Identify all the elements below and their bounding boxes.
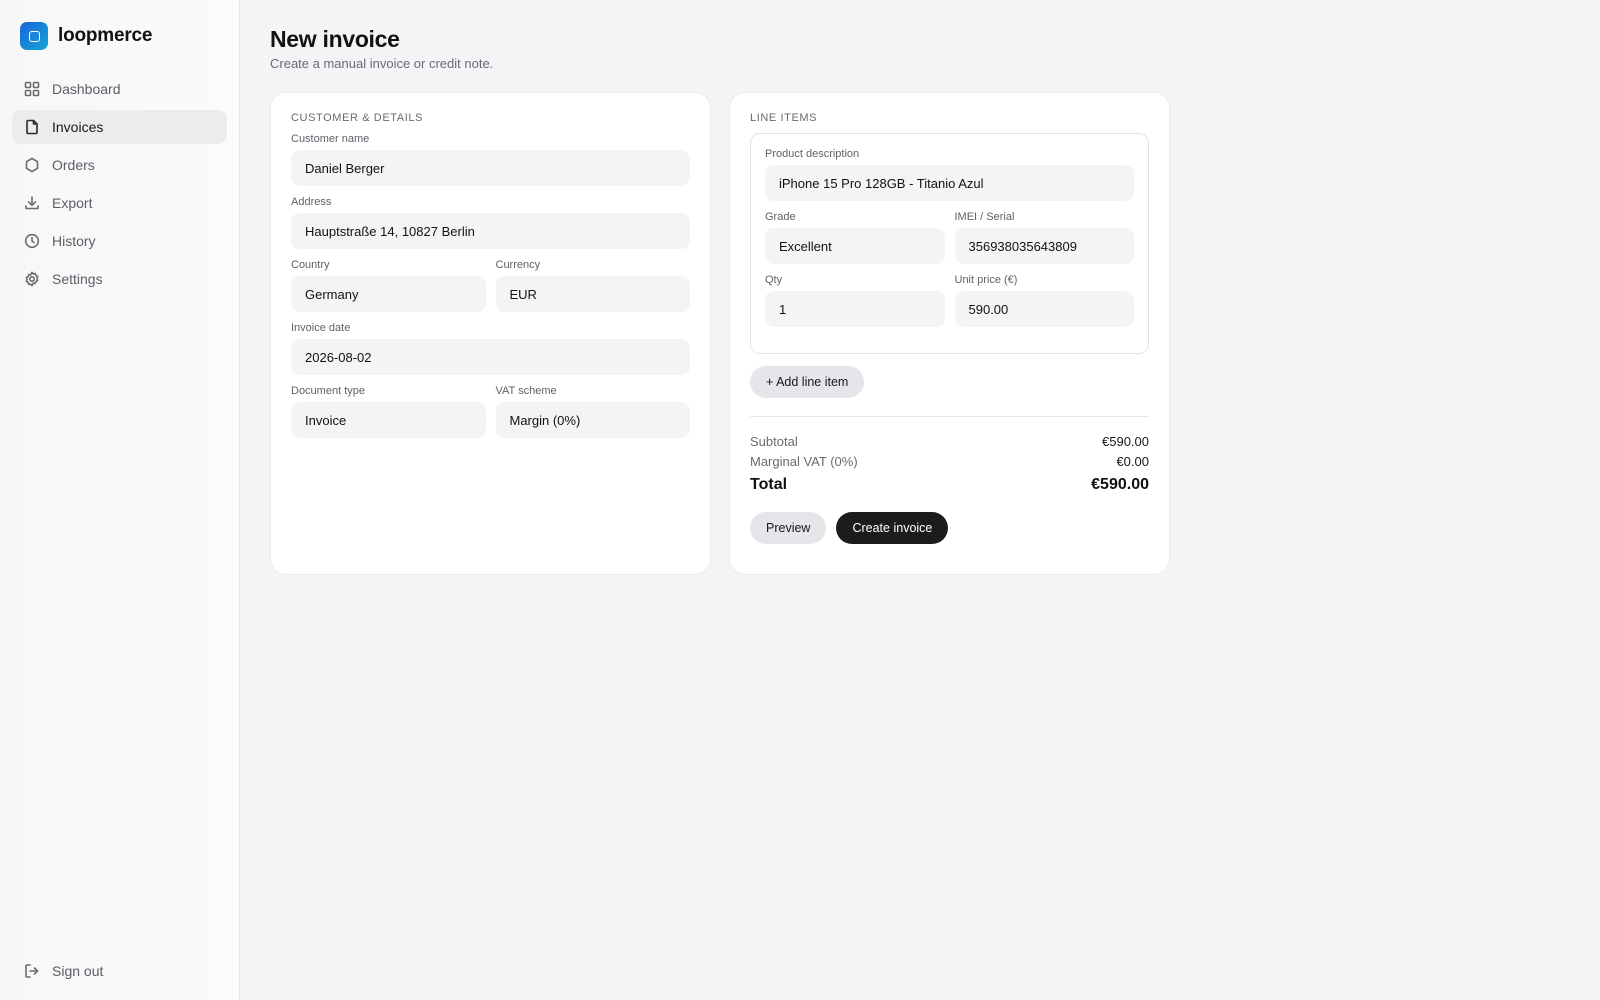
add-line-item-button[interactable]: + Add line item bbox=[750, 366, 865, 398]
document-type-input[interactable] bbox=[291, 402, 486, 438]
brand-logo-icon bbox=[20, 22, 48, 50]
page-subtitle: Create a manual invoice or credit note. bbox=[270, 56, 494, 71]
imei-input[interactable] bbox=[954, 228, 1134, 264]
qty-price-row: Qty Unit price (€) bbox=[765, 274, 1134, 337]
field-label: IMEI / Serial bbox=[954, 211, 1015, 223]
unit-price-field: Unit price (€) bbox=[954, 274, 1134, 327]
country-currency-row: Country Currency bbox=[291, 259, 690, 322]
sign-out-icon bbox=[25, 964, 39, 978]
sidebar-item-history[interactable]: History bbox=[12, 224, 227, 258]
card-title: LINE ITEMS bbox=[750, 112, 818, 124]
grade-input[interactable] bbox=[765, 228, 945, 264]
field-label: Product description bbox=[765, 148, 860, 160]
grade-field: Grade bbox=[765, 211, 945, 264]
field-label: Unit price (€) bbox=[954, 274, 1018, 286]
qty-field: Qty bbox=[765, 274, 945, 327]
total-value: €590.00 bbox=[1091, 476, 1149, 493]
box-icon bbox=[25, 157, 39, 173]
sidebar-item-label: Orders bbox=[52, 157, 95, 173]
gear-icon bbox=[25, 271, 39, 287]
subtotal-value: €590.00 bbox=[1102, 434, 1149, 449]
country-field: Country bbox=[291, 259, 486, 312]
address-input[interactable] bbox=[291, 213, 690, 249]
customer-details-card: CUSTOMER & DETAILS Customer name Address… bbox=[270, 92, 711, 575]
invoice-date-input[interactable] bbox=[291, 339, 690, 375]
vat-label: Marginal VAT (0%) bbox=[750, 454, 858, 469]
field-label: Address bbox=[291, 196, 332, 208]
sidebar-item-label: Export bbox=[52, 195, 93, 211]
card-title: CUSTOMER & DETAILS bbox=[291, 112, 424, 124]
product-description-field: Product description bbox=[765, 148, 1134, 201]
imei-field: IMEI / Serial bbox=[954, 211, 1134, 264]
brand[interactable]: loopmerce bbox=[12, 21, 227, 51]
invoice-date-field: Invoice date bbox=[291, 322, 690, 375]
sidebar-item-settings[interactable]: Settings bbox=[12, 262, 227, 296]
vat-row: Marginal VAT (0%) €0.00 bbox=[750, 452, 1149, 472]
preview-button[interactable]: Preview bbox=[750, 512, 827, 544]
sidebar-item-export[interactable]: Export bbox=[12, 186, 227, 220]
sidebar-item-label: History bbox=[52, 233, 96, 249]
grade-imei-row: Grade IMEI / Serial bbox=[765, 211, 1134, 274]
currency-input[interactable] bbox=[495, 276, 690, 312]
brand-name: loopmerce bbox=[58, 25, 153, 46]
app-shell: loopmerce Dashboard Invoices Orders Expo… bbox=[0, 0, 1600, 1000]
vat-value: €0.00 bbox=[1116, 454, 1149, 469]
field-label: Grade bbox=[765, 211, 796, 223]
field-label: Invoice date bbox=[291, 322, 351, 334]
vat-scheme-input[interactable] bbox=[495, 402, 690, 438]
vat-scheme-field: VAT scheme bbox=[495, 385, 690, 438]
total-label: Total bbox=[750, 476, 788, 493]
field-label: Qty bbox=[765, 274, 783, 286]
document-type-field: Document type bbox=[291, 385, 486, 438]
sidebar-item-label: Dashboard bbox=[52, 81, 121, 97]
address-field: Address bbox=[291, 196, 690, 249]
qty-input[interactable] bbox=[765, 291, 945, 327]
sidebar-item-label: Settings bbox=[52, 271, 103, 287]
sign-out-button[interactable]: Sign out bbox=[12, 954, 227, 988]
grid-icon bbox=[24, 81, 40, 97]
field-label: Country bbox=[291, 259, 330, 271]
field-label: Document type bbox=[291, 385, 365, 397]
sidebar-item-dashboard[interactable]: Dashboard bbox=[12, 72, 227, 106]
line-item: Product description Grade IMEI / Serial bbox=[750, 133, 1149, 354]
subtotal-row: Subtotal €590.00 bbox=[750, 432, 1149, 452]
create-invoice-button[interactable]: Create invoice bbox=[836, 512, 949, 544]
download-icon bbox=[25, 196, 39, 210]
total-row: Total €590.00 bbox=[750, 473, 1149, 497]
divider bbox=[750, 416, 1149, 417]
line-items-card: LINE ITEMS Product description Grade IME… bbox=[729, 92, 1170, 575]
clock-icon bbox=[24, 233, 40, 249]
field-label: Customer name bbox=[291, 133, 370, 145]
doctype-vat-row: Document type VAT scheme bbox=[291, 385, 690, 448]
product-description-input[interactable] bbox=[765, 165, 1134, 201]
sidebar-nav: Dashboard Invoices Orders Export History… bbox=[12, 72, 227, 298]
subtotal-label: Subtotal bbox=[750, 434, 798, 449]
sidebar-item-orders[interactable]: Orders bbox=[12, 148, 227, 182]
customer-name-field: Customer name bbox=[291, 133, 690, 186]
form-actions: Preview Create invoice bbox=[750, 512, 1149, 544]
field-label: VAT scheme bbox=[495, 385, 557, 397]
country-input[interactable] bbox=[291, 276, 486, 312]
cards-row: CUSTOMER & DETAILS Customer name Address… bbox=[270, 92, 1570, 575]
field-label: Currency bbox=[495, 259, 541, 271]
sign-out-label: Sign out bbox=[52, 963, 104, 979]
page-title: New invoice bbox=[270, 26, 400, 52]
currency-field: Currency bbox=[495, 259, 690, 312]
main-content: New invoice Create a manual invoice or c… bbox=[240, 0, 1600, 1000]
sidebar-item-label: Invoices bbox=[52, 119, 104, 135]
document-icon bbox=[26, 119, 38, 135]
sidebar: loopmerce Dashboard Invoices Orders Expo… bbox=[0, 0, 240, 1000]
sidebar-item-invoices[interactable]: Invoices bbox=[12, 110, 227, 144]
customer-name-input[interactable] bbox=[291, 150, 690, 186]
unit-price-input[interactable] bbox=[954, 291, 1134, 327]
